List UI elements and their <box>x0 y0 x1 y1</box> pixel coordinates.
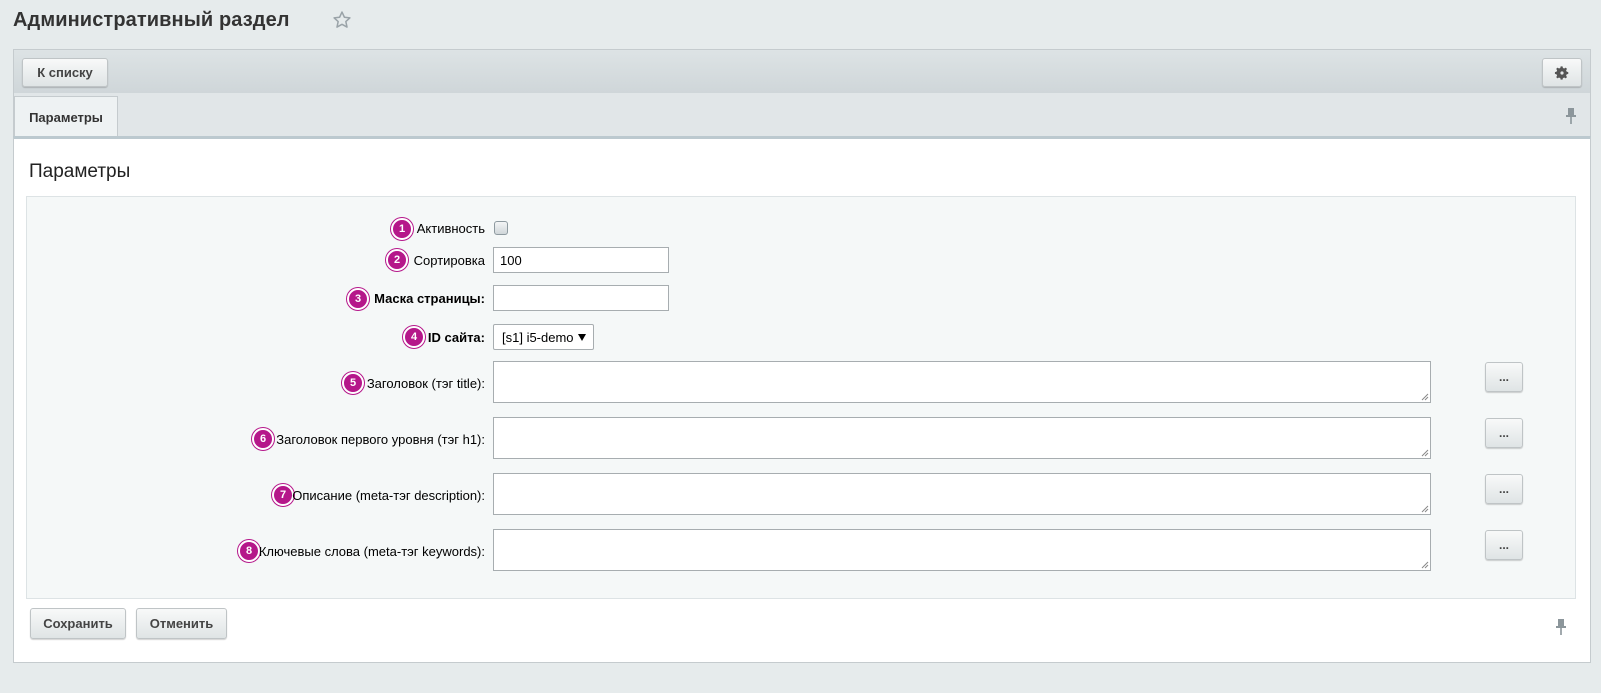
title-tag-label: Заголовок (тэг title): <box>366 376 485 391</box>
page-mask-input[interactable] <box>493 285 669 311</box>
page-title: Административный раздел <box>13 9 290 31</box>
step-badge-6: 6 <box>252 428 274 450</box>
h1-tag-more-button[interactable]: ... <box>1485 418 1523 448</box>
step-badge-3: 3 <box>347 288 369 310</box>
description-textarea[interactable] <box>493 473 1431 515</box>
step-badge-4: 4 <box>403 326 425 348</box>
page-mask-label: Маска страницы: <box>374 291 485 306</box>
resize-grip-icon[interactable] <box>1421 505 1429 513</box>
keywords-textarea[interactable] <box>493 529 1431 571</box>
pin-icon[interactable] <box>1564 107 1578 125</box>
pin-icon[interactable] <box>1554 618 1568 636</box>
h1-tag-textarea[interactable] <box>493 417 1431 459</box>
gear-icon <box>1554 65 1569 80</box>
site-id-label: ID сайта: <box>427 330 485 345</box>
keywords-more-button[interactable]: ... <box>1485 530 1523 560</box>
step-badge-2: 2 <box>386 249 408 271</box>
description-more-button[interactable]: ... <box>1485 474 1523 504</box>
parameters-panel: Параметры 1 Активность 2 Сортировка 3 Ма… <box>13 136 1591 663</box>
site-id-select[interactable]: [s1] i5-demo <box>493 324 594 350</box>
step-badge-1: 1 <box>391 218 413 240</box>
section-title: Параметры <box>29 161 131 182</box>
active-label: Активность <box>416 221 485 236</box>
back-to-list-button[interactable]: К списку <box>22 58 108 87</box>
keywords-label: Ключевые слова (meta-тэг keywords): <box>258 544 485 559</box>
description-label: Описание (meta-тэг description): <box>292 488 485 503</box>
tab-parameters[interactable]: Параметры <box>14 96 118 137</box>
title-tag-more-button[interactable]: ... <box>1485 362 1523 392</box>
resize-grip-icon[interactable] <box>1421 561 1429 569</box>
save-button[interactable]: Сохранить <box>30 608 126 639</box>
form-area: 1 Активность 2 Сортировка 3 Маска страни… <box>26 196 1576 599</box>
step-badge-8: 8 <box>238 540 260 562</box>
settings-button[interactable] <box>1542 58 1582 87</box>
sort-input[interactable] <box>493 247 669 273</box>
step-badge-7: 7 <box>272 484 294 506</box>
resize-grip-icon[interactable] <box>1421 449 1429 457</box>
cancel-button[interactable]: Отменить <box>136 608 227 639</box>
chevron-down-icon <box>578 334 586 341</box>
step-badge-5: 5 <box>342 372 364 394</box>
site-id-value: [s1] i5-demo <box>502 329 574 345</box>
tab-bar: Параметры <box>13 93 1591 137</box>
sort-label: Сортировка <box>413 253 485 268</box>
h1-tag-label: Заголовок первого уровня (тэг h1): <box>276 432 485 447</box>
toolbar: К списку <box>13 49 1591 93</box>
active-checkbox[interactable] <box>494 221 508 235</box>
title-tag-textarea[interactable] <box>493 361 1431 403</box>
resize-grip-icon[interactable] <box>1421 393 1429 401</box>
star-outline-icon[interactable] <box>332 10 352 30</box>
